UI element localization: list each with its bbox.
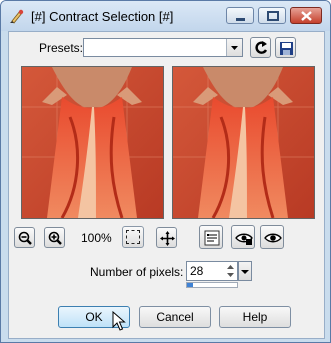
proof-icon	[204, 230, 220, 246]
close-button[interactable]	[290, 7, 322, 24]
dropdown-arrow-icon	[241, 270, 249, 274]
reset-defaults-button[interactable]	[250, 37, 271, 58]
save-preset-button[interactable]	[275, 37, 296, 58]
minimize-icon	[236, 18, 245, 21]
window-title: [#] Contract Selection [#]	[31, 9, 174, 24]
result-preview[interactable]	[172, 66, 315, 219]
eye-icon	[264, 233, 282, 243]
marquee-icon	[126, 230, 140, 244]
spin-arrows-icon[interactable]	[224, 263, 237, 279]
maximize-button[interactable]	[258, 7, 286, 24]
maximize-icon	[267, 11, 279, 21]
presets-combo[interactable]	[83, 38, 243, 57]
pixels-label: Number of pixels:	[90, 265, 184, 279]
cancel-button[interactable]: Cancel	[139, 306, 211, 328]
dropdown-arrow-icon	[231, 46, 238, 50]
toggle-preview-button[interactable]	[260, 225, 284, 249]
dialog-window: [#] Contract Selection [#] Presets: 100%…	[0, 0, 331, 343]
zoom-in-icon	[48, 231, 62, 245]
presets-dropdown-button[interactable]	[226, 39, 242, 56]
pixels-slider[interactable]	[186, 282, 238, 288]
zoom-level: 100%	[81, 231, 112, 245]
original-preview[interactable]	[21, 66, 164, 219]
marquee-button[interactable]	[122, 226, 144, 248]
app-icon	[10, 9, 24, 24]
pan-button[interactable]	[156, 227, 177, 248]
save-preset-icon	[280, 42, 293, 55]
zoom-in-button[interactable]	[44, 227, 65, 248]
zoom-out-icon	[18, 231, 32, 245]
lock-eye-icon	[235, 233, 253, 245]
lock-preview-button[interactable]	[231, 225, 255, 249]
slider-fill	[187, 283, 193, 287]
zoom-out-button[interactable]	[14, 227, 35, 248]
pixels-input[interactable]: 28	[186, 261, 238, 281]
mouse-cursor-icon	[112, 311, 126, 331]
presets-label: Presets:	[39, 41, 84, 55]
minimize-button[interactable]	[226, 7, 254, 24]
original-preview-image	[22, 67, 163, 218]
proof-button[interactable]	[199, 225, 223, 249]
title-bar[interactable]: [#] Contract Selection [#]	[1, 1, 330, 31]
reset-arrow-icon	[255, 41, 268, 54]
pixels-dropdown-button[interactable]	[238, 261, 252, 281]
help-button[interactable]: Help	[219, 306, 291, 328]
pixels-value: 28	[190, 264, 204, 278]
close-icon	[301, 11, 312, 21]
result-preview-image	[173, 67, 314, 218]
dialog-body: Presets: 100% Number of pixels: 28 OK Ca…	[8, 31, 325, 339]
pan-icon	[160, 231, 175, 246]
